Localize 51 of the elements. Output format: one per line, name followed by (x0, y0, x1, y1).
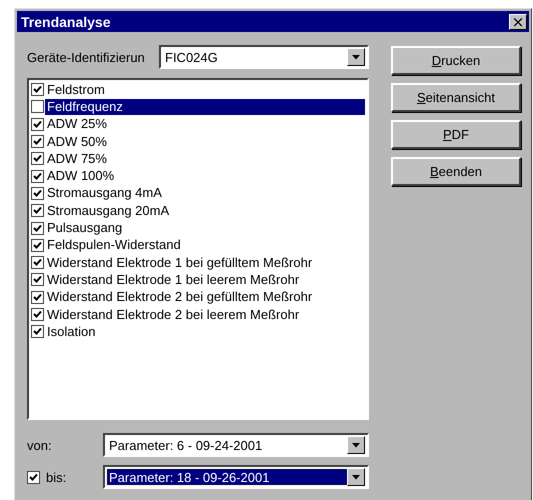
dialog-button[interactable]: PDF (391, 120, 521, 149)
checkbox[interactable] (31, 204, 44, 218)
list-item[interactable]: Stromausgang 20mA (45, 202, 365, 219)
caret-icon (352, 54, 360, 60)
dropdown-button[interactable] (347, 48, 365, 66)
checkbox[interactable] (31, 222, 44, 235)
from-label: von: (27, 438, 52, 452)
from-dropdown[interactable]: Parameter: 6 - 09-24-2001 (103, 433, 369, 457)
list-item[interactable]: ADW 100% (45, 168, 365, 184)
to-dropdown[interactable]: Parameter: 18 - 09-26-2001 (103, 465, 369, 489)
close-button[interactable]: × (509, 14, 527, 30)
check-icon (33, 85, 42, 94)
checkbox[interactable] (31, 100, 44, 114)
list-item[interactable]: Isolation (45, 324, 365, 340)
list-item[interactable]: Feldfrequenz (45, 98, 365, 115)
list-item[interactable]: ADW 25% (45, 116, 365, 132)
checkbox[interactable] (31, 135, 44, 148)
dialog-button[interactable]: Drucken (391, 46, 521, 75)
list-item[interactable]: ADW 50% (45, 134, 365, 150)
list-item[interactable]: Widerstand Elektrode 2 bei gefülltem Meßrohr (45, 289, 365, 306)
window-title: Trendanalyse (21, 14, 110, 30)
list-item[interactable]: Stromausgang 4mA (45, 185, 365, 202)
dropdown-button[interactable] (347, 436, 365, 454)
checkbox[interactable] (31, 325, 44, 338)
dialog-button[interactable]: Beenden (391, 157, 521, 186)
checkbox[interactable] (31, 290, 44, 304)
device-label: Geräte-Identifizierun (27, 50, 146, 64)
dialog-button[interactable]: Seitenansicht (391, 83, 521, 112)
list-item[interactable]: Feldspulen-Widerstand (45, 237, 365, 254)
list-item[interactable]: Feldstrom (45, 82, 365, 98)
device-dropdown[interactable]: FIC024G (159, 45, 369, 69)
caret-icon (352, 442, 360, 448)
checkbox[interactable] (31, 170, 44, 183)
list-item[interactable]: Widerstand Elektrode 1 bei gefülltem Meßrohr (45, 254, 365, 271)
checkbox[interactable] (31, 256, 44, 270)
checkbox[interactable] (31, 273, 44, 286)
list-item[interactable]: Pulsausgang (45, 220, 365, 236)
checkbox[interactable] (31, 186, 44, 200)
checkbox[interactable] (31, 238, 44, 252)
caret-icon (352, 474, 360, 480)
dropdown-button[interactable] (347, 468, 365, 486)
checkbox[interactable] (31, 118, 44, 131)
list-item[interactable]: Widerstand Elektrode 2 bei leerem Meßrohr (45, 306, 365, 322)
checkbox[interactable] (31, 83, 44, 96)
list-item[interactable]: Widerstand Elektrode 1 bei leerem Meßrohr (45, 272, 365, 288)
checkbox[interactable] (27, 470, 40, 484)
to-label: bis: (46, 470, 66, 484)
checkbox[interactable] (31, 308, 44, 321)
check-icon (29, 472, 38, 482)
checkbox[interactable] (31, 152, 44, 166)
list-item[interactable]: ADW 75% (45, 150, 365, 167)
